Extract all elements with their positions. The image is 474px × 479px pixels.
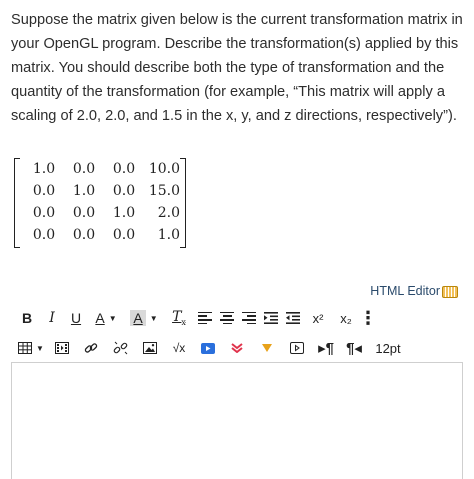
highlight-label: A xyxy=(130,310,146,326)
embed-button[interactable] xyxy=(282,337,312,359)
embed-icon xyxy=(290,342,304,354)
align-right-button[interactable] xyxy=(238,307,260,329)
matrix-right-bracket xyxy=(180,158,186,248)
matrix-cell: 0.0 xyxy=(32,227,56,243)
transformation-matrix: 1.0 0.0 0.0 10.0 0.0 1.0 0.0 15.0 0.0 0.… xyxy=(14,158,186,248)
matrix-cell: 1.0 xyxy=(32,161,56,177)
matrix-cell: 1.0 xyxy=(157,227,180,243)
matrix-cell: 0.0 xyxy=(72,227,96,243)
editor-toolbar-row-1: B I U A ▼ A ▼ Tx x² x₂ ⋮ xyxy=(14,306,468,330)
chevron-down-icon: ▼ xyxy=(149,313,158,323)
dropdown-icon xyxy=(262,344,272,352)
chevron-down-icon: ▼ xyxy=(108,313,117,323)
align-right-icon xyxy=(242,311,256,325)
dropdown-plugin-button[interactable] xyxy=(252,337,282,359)
image-icon xyxy=(143,342,157,354)
matrix-row: 0.0 0.0 1.0 2.0 xyxy=(24,202,182,224)
matrix-left-bracket xyxy=(14,158,20,248)
underline-button[interactable]: U xyxy=(64,307,88,329)
link-icon xyxy=(84,343,98,353)
html-editor-link[interactable]: HTML Editor xyxy=(370,284,458,298)
more-options-button[interactable]: ⋮ xyxy=(359,307,377,329)
font-size-select[interactable]: 12pt xyxy=(368,337,408,359)
matrix-row: 0.0 1.0 0.0 15.0 xyxy=(24,180,182,202)
text-color-button[interactable]: A ▼ xyxy=(88,307,124,329)
chevron-down-icon: ▼ xyxy=(36,343,44,353)
apps-button[interactable] xyxy=(222,337,252,359)
bold-button[interactable]: B xyxy=(14,307,40,329)
indent-icon xyxy=(264,312,278,324)
subscript-button[interactable]: x₂ xyxy=(332,307,360,329)
align-left-icon xyxy=(198,311,212,325)
rtl-button[interactable]: ¶◂ xyxy=(340,337,368,359)
matrix-cell: 0.0 xyxy=(112,161,136,177)
unlink-icon xyxy=(113,341,128,355)
table-button[interactable]: ▼ xyxy=(14,337,48,359)
html-editor-label: HTML Editor xyxy=(370,284,440,298)
matrix-cell: 0.0 xyxy=(72,205,96,221)
keyboard-icon xyxy=(442,286,458,298)
matrix-cell: 1.0 xyxy=(112,205,136,221)
highlight-color-button[interactable]: A ▼ xyxy=(124,307,164,329)
ltr-icon: ▸¶ xyxy=(318,340,334,357)
link-button[interactable] xyxy=(76,337,106,359)
superscript-button[interactable]: x² xyxy=(304,307,332,329)
matrix-row: 1.0 0.0 0.0 10.0 xyxy=(24,158,182,180)
matrix-cell: 1.0 xyxy=(72,183,96,199)
outdent-icon xyxy=(286,312,300,324)
italic-button[interactable]: I xyxy=(40,307,64,329)
matrix-cell: 0.0 xyxy=(112,183,136,199)
more-icon: ⋮ xyxy=(359,307,377,328)
rich-text-editor-area[interactable] xyxy=(11,362,463,479)
record-media-button[interactable] xyxy=(194,337,222,359)
media-icon xyxy=(55,342,69,354)
editor-toolbar-row-2: ▼ √x ▸¶ ¶◂ 12pt xyxy=(14,336,468,360)
matrix-cell: 15.0 xyxy=(148,183,180,199)
question-text: Suppose the matrix given below is the cu… xyxy=(11,12,463,124)
table-icon xyxy=(18,342,33,354)
ltr-button[interactable]: ▸¶ xyxy=(312,337,340,359)
matrix-cell: 0.0 xyxy=(72,161,96,177)
align-center-icon xyxy=(220,311,234,325)
outdent-button[interactable] xyxy=(282,307,304,329)
clear-formatting-button[interactable]: Tx xyxy=(164,307,194,329)
matrix-cell: 10.0 xyxy=(148,161,180,177)
matrix-cell: 2.0 xyxy=(157,205,180,221)
matrix-grid: 1.0 0.0 0.0 10.0 0.0 1.0 0.0 15.0 0.0 0.… xyxy=(24,158,182,246)
rtl-icon: ¶◂ xyxy=(346,340,362,357)
apps-icon xyxy=(231,343,243,353)
indent-button[interactable] xyxy=(260,307,282,329)
image-button[interactable] xyxy=(136,337,164,359)
matrix-cell: 0.0 xyxy=(32,183,56,199)
media-button[interactable] xyxy=(48,337,76,359)
matrix-row: 0.0 0.0 0.0 1.0 xyxy=(24,224,182,246)
clear-formatting-icon: Tx xyxy=(172,309,186,327)
record-icon xyxy=(201,342,215,354)
align-center-button[interactable] xyxy=(216,307,238,329)
unlink-button[interactable] xyxy=(106,337,136,359)
equation-button[interactable]: √x xyxy=(164,337,194,359)
align-left-button[interactable] xyxy=(194,307,216,329)
matrix-cell: 0.0 xyxy=(32,205,56,221)
text-color-label: A xyxy=(95,310,105,326)
matrix-cell: 0.0 xyxy=(112,227,136,243)
